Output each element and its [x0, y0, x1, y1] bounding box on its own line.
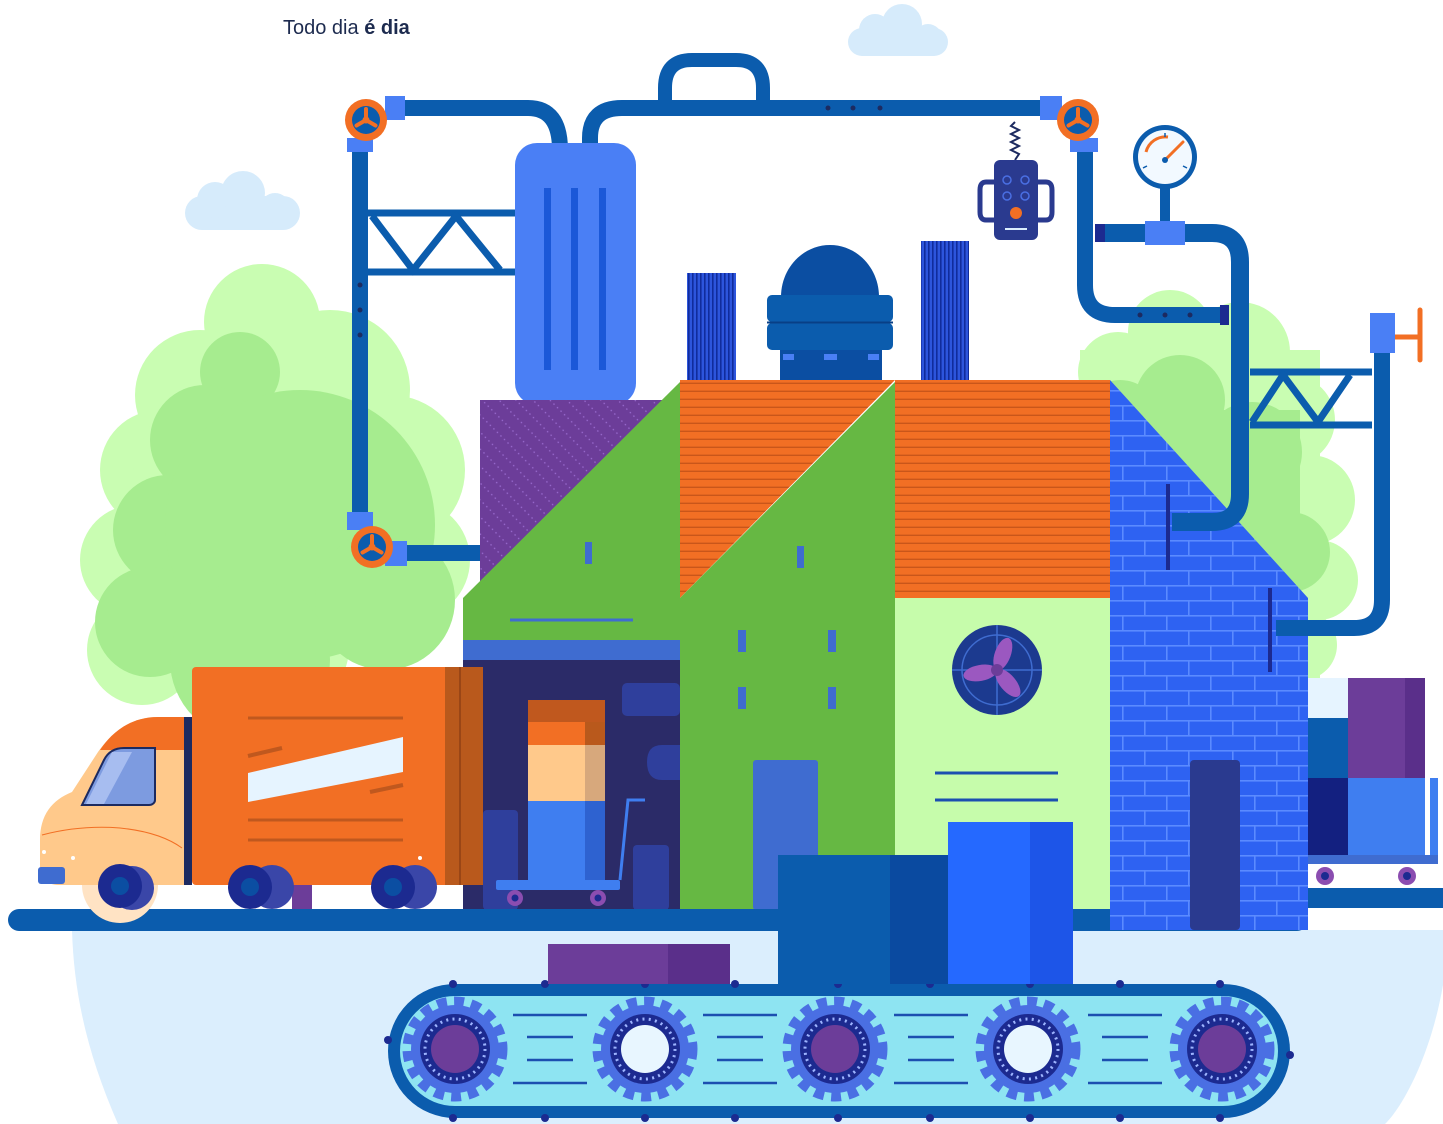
- box-bright-blue: [948, 822, 1073, 984]
- pipe-end-cap: [1095, 224, 1105, 242]
- valve-icon: [1055, 97, 1101, 143]
- wheel: [228, 865, 294, 909]
- box-cart: [1308, 678, 1438, 885]
- gear-hub: [1004, 1025, 1052, 1073]
- truck-strut: [292, 885, 312, 909]
- wheel: [98, 864, 154, 910]
- gauge-connector: [1145, 221, 1185, 245]
- illustration-stage: Todo dia é dia: [0, 0, 1443, 1124]
- valve-icon: [349, 524, 395, 570]
- headline-bold: é dia: [364, 17, 410, 39]
- faucet-valve-icon: [1370, 307, 1423, 363]
- box-purple: [548, 944, 730, 984]
- cargo-box: [192, 667, 483, 885]
- fan-icon: [952, 625, 1042, 715]
- pipe-handle: [658, 53, 770, 102]
- window: [585, 542, 592, 564]
- robot-claw-icon: [977, 121, 1055, 240]
- headline-regular: Todo dia: [283, 17, 359, 39]
- right-roof: [895, 380, 1110, 598]
- conveyor-belt: [384, 980, 1294, 1122]
- cab-roof: [100, 717, 192, 750]
- dome: [767, 245, 893, 380]
- gear-hub: [811, 1025, 859, 1073]
- chimney-right: [921, 241, 969, 380]
- top-right-pipe: [582, 100, 1060, 150]
- gear-hub: [431, 1025, 479, 1073]
- factory-illustration: [8, 4, 1443, 1124]
- wheel: [371, 865, 437, 909]
- door: [1190, 760, 1240, 930]
- box-dark-blue: [778, 855, 948, 984]
- valve-icon: [343, 97, 389, 143]
- chimney-left: [687, 273, 736, 380]
- worker: [528, 700, 605, 880]
- pressure-gauge-icon: [1133, 125, 1197, 224]
- truck-icon: [38, 667, 483, 923]
- storage-tank: [515, 143, 636, 405]
- road-right-segment: [1308, 888, 1443, 908]
- cloud-icon: [185, 171, 300, 230]
- gear-hub: [621, 1025, 669, 1073]
- left-truss: [368, 209, 515, 276]
- headlight: [38, 867, 65, 884]
- pipe-end-cap: [1220, 305, 1229, 325]
- gear-hub: [1198, 1025, 1246, 1073]
- headline: Todo dia é dia: [283, 16, 410, 40]
- cloud-icon: [848, 4, 948, 56]
